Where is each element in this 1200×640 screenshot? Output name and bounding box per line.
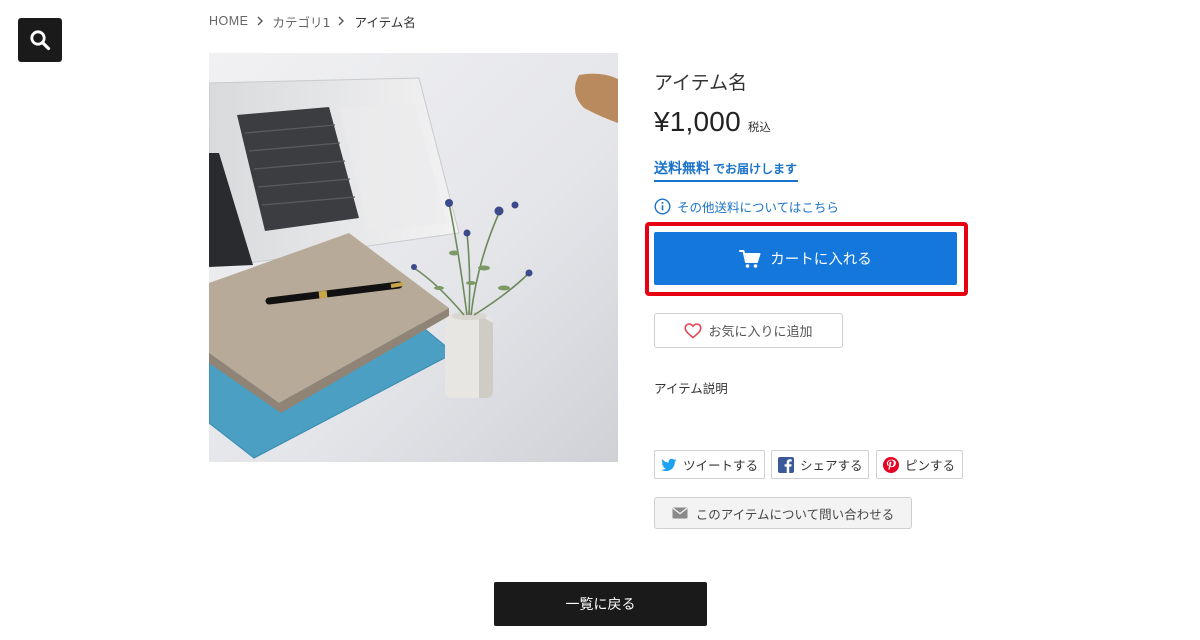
twitter-icon [660, 456, 678, 474]
back-to-list-label: 一覧に戻る [565, 597, 636, 613]
back-to-list-button[interactable]: 一覧に戻る [494, 582, 707, 626]
chevron-right-icon [337, 12, 349, 30]
free-shipping-label: 送料無料 でお届けします [654, 158, 799, 182]
pinterest-button-label: ピンする [905, 458, 956, 473]
tax-label: 税込 [747, 120, 771, 134]
facebook-share-button[interactable]: シェアする [771, 450, 869, 479]
contact-about-item-button[interactable]: このアイテムについて問い合わせる [654, 497, 912, 529]
facebook-icon [777, 456, 795, 474]
contact-button-label: このアイテムについて問い合わせる [695, 506, 895, 522]
free-shipping-rest: でお届けします [713, 162, 798, 176]
tweet-button-label: ツイートする [683, 458, 759, 473]
pinterest-button[interactable]: ピンする [876, 450, 963, 479]
add-to-cart-label: カートに入れる [770, 252, 872, 268]
price: ¥1,000 税込 [654, 106, 771, 138]
breadcrumb-current: アイテム名 [354, 14, 416, 30]
breadcrumb: HOME カテゴリ1 アイテム名 [209, 12, 416, 30]
info-icon [654, 197, 671, 215]
cart-icon [739, 249, 761, 269]
breadcrumb-home[interactable]: HOME [209, 14, 249, 28]
search-button[interactable] [18, 18, 62, 62]
product-title: アイテム名 [654, 72, 748, 94]
item-description: アイテム説明 [654, 381, 728, 396]
shipping-info-link[interactable]: その他送料についてはこちら [654, 197, 839, 215]
add-to-favorites-button[interactable]: お気に入りに追加 [654, 313, 843, 348]
add-to-cart-button[interactable]: カートに入れる [654, 232, 957, 285]
share-buttons: ツイートする シェアする ピンする [654, 450, 963, 479]
breadcrumb-category[interactable]: カテゴリ1 [273, 12, 331, 31]
product-image [209, 53, 618, 462]
heart-icon [684, 322, 703, 339]
search-icon [29, 29, 51, 51]
shipping-info-link-label: その他送料についてはこちら [677, 199, 839, 215]
free-shipping-strong: 送料無料 [654, 161, 710, 177]
tweet-button[interactable]: ツイートする [654, 450, 765, 479]
mail-icon [672, 507, 688, 519]
pinterest-icon [882, 456, 900, 474]
chevron-right-icon [256, 12, 268, 30]
add-to-favorites-label: お気に入りに追加 [708, 325, 813, 340]
facebook-share-label: シェアする [800, 458, 863, 473]
price-amount: ¥1,000 [654, 106, 741, 137]
